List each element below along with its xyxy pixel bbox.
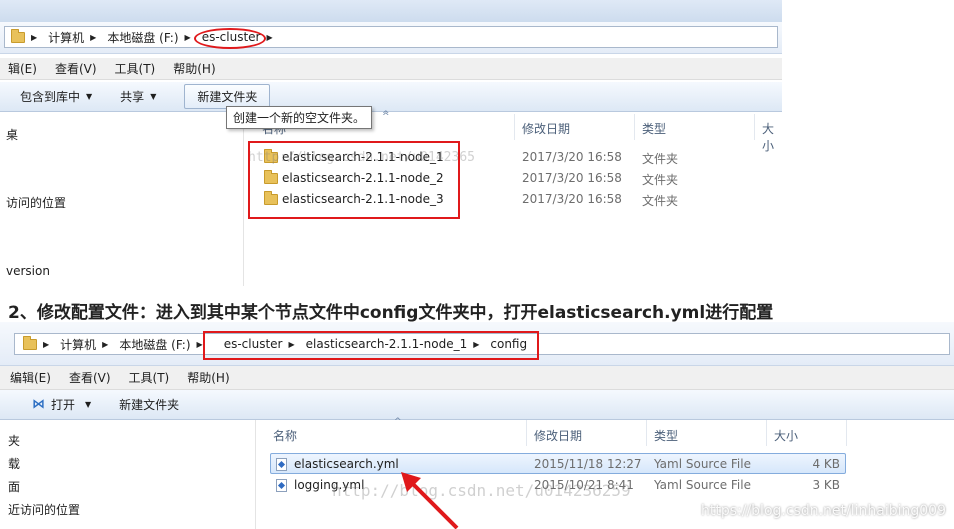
command-toolbar: 包含到库中 ▼ 共享 ▼ 新建文件夹 <box>0 82 782 112</box>
breadcrumb-label: 本地磁盘 (F:) <box>119 337 191 352</box>
column-divider <box>514 114 515 140</box>
menu-help[interactable]: 帮助(H) <box>173 60 215 77</box>
menu-tools[interactable]: 工具(T) <box>115 60 156 77</box>
menu-view[interactable]: 查看(V) <box>69 369 111 386</box>
folder-icon <box>11 28 25 43</box>
open-button[interactable]: ⋈ 打开 ▼ <box>32 396 91 413</box>
file-date: 2017/3/20 16:58 <box>522 192 622 206</box>
button-label: 打开 <box>51 398 76 412</box>
breadcrumb-separator: ▶ <box>43 339 50 349</box>
column-header-type[interactable]: 类型 <box>642 120 666 137</box>
column-divider <box>634 114 635 140</box>
arrow-shaft <box>407 478 459 529</box>
menu-view[interactable]: 查看(V) <box>55 60 97 77</box>
window-title-strip <box>0 0 782 22</box>
breadcrumb-label: 本地磁盘 (F:) <box>107 30 179 45</box>
column-header-date[interactable]: 修改日期 <box>534 427 582 444</box>
menu-edit[interactable]: 编辑(E) <box>10 369 51 386</box>
file-type: 文件夹 <box>642 194 679 208</box>
button-label: 共享 <box>120 90 145 104</box>
address-bar-area: ▶ 计算机 ▶ 本地磁盘 (F:) ▶ es-cluster ▶ <box>0 22 782 54</box>
watermark-bottom: http://blog.csdn.net/u014236259 <box>332 481 631 500</box>
menu-edit[interactable]: 辑(E) <box>8 60 37 77</box>
file-size: 4 KB <box>812 457 840 471</box>
breadcrumb-local-disk[interactable]: 本地磁盘 (F:) ▶ <box>107 29 197 46</box>
nav-item[interactable]: 近访问的位置 <box>8 501 80 518</box>
vscode-icon: ⋈ <box>32 397 45 412</box>
sort-up-icon-2: ^ <box>382 112 390 122</box>
top-explorer-window: ▶ 计算机 ▶ 本地磁盘 (F:) ▶ es-cluster ▶ 辑(E) 查看(V)… <box>0 0 782 286</box>
file-type: 文件夹 <box>642 152 679 166</box>
button-label: 新建文件夹 <box>197 90 258 104</box>
file-type: Yaml Source File <box>654 457 751 471</box>
annotation-arrow <box>401 472 459 529</box>
breadcrumb-label: 计算机 <box>48 30 85 45</box>
nav-item[interactable]: 载 <box>8 455 20 472</box>
file-date: 2017/3/20 16:58 <box>522 150 622 164</box>
button-label: 包含到库中 <box>20 90 81 104</box>
navigation-pane: 夹 载 面 近访问的位置 <box>0 420 256 529</box>
file-date: 2015/11/18 12:27 <box>534 457 642 471</box>
new-folder-tooltip: 创建一个新的空文件夹。 <box>226 106 373 129</box>
address-bar[interactable]: ▶ 计算机 ▶ 本地磁盘 (F:) ▶ es-cluster ▶ <box>4 26 778 48</box>
column-header-type[interactable]: 类型 <box>654 427 678 444</box>
annotation-box-nodes <box>248 141 460 219</box>
column-header-size[interactable]: 大小 <box>774 427 798 444</box>
file-type: Yaml Source File <box>654 478 751 492</box>
nav-item[interactable]: 夹 <box>8 432 20 449</box>
breadcrumb-computer[interactable]: 计算机 ▶ <box>60 336 115 353</box>
column-divider <box>646 420 647 446</box>
yaml-file-icon <box>276 479 287 492</box>
column-divider <box>754 114 755 140</box>
menu-tools[interactable]: 工具(T) <box>129 369 170 386</box>
file-row[interactable]: elasticsearch.yml 2015/11/18 12:27 Yaml … <box>272 455 844 473</box>
bottom-explorer-window: ▶ 计算机 ▶ 本地磁盘 (F:) ▶ es-cluster ▶ elasticsea… <box>0 322 954 529</box>
column-divider <box>526 420 527 446</box>
nav-item[interactable]: 面 <box>8 478 20 495</box>
yaml-file-icon <box>276 458 287 471</box>
breadcrumb-separator: ▶ <box>31 32 38 42</box>
breadcrumb-local-disk[interactable]: 本地磁盘 (F:) ▶ <box>119 336 209 353</box>
new-folder-button[interactable]: 新建文件夹 <box>119 396 179 413</box>
file-size: 3 KB <box>812 478 840 492</box>
menu-bar: 编辑(E) 查看(V) 工具(T) 帮助(H) <box>0 366 954 390</box>
annotation-box-path <box>203 331 539 360</box>
button-label: 新建文件夹 <box>119 398 180 412</box>
folder-icon <box>23 335 37 350</box>
nav-item[interactable]: 访问的位置 <box>6 194 66 211</box>
file-type: 文件夹 <box>642 173 679 187</box>
column-divider <box>846 420 847 446</box>
nav-item[interactable]: version <box>6 264 50 278</box>
menu-help[interactable]: 帮助(H) <box>187 369 229 386</box>
chevron-down-icon: ▼ <box>86 92 93 101</box>
chevron-down-icon: ▼ <box>85 400 92 409</box>
command-toolbar: ⋈ 打开 ▼ 新建文件夹 <box>0 390 954 420</box>
column-divider <box>766 420 767 446</box>
sort-up-icon: ^ <box>394 417 402 427</box>
column-header-size[interactable]: 大小 <box>762 120 782 154</box>
breadcrumb-label: 计算机 <box>60 337 97 352</box>
column-header-date[interactable]: 修改日期 <box>522 120 570 137</box>
watermark-corner: https://blog.csdn.net/linhaibing009 <box>700 503 946 519</box>
column-header-name[interactable]: 名称 <box>273 427 297 444</box>
file-date: 2017/3/20 16:58 <box>522 171 622 185</box>
menu-bar: 辑(E) 查看(V) 工具(T) 帮助(H) <box>0 58 782 80</box>
file-name: elasticsearch.yml <box>294 457 399 471</box>
breadcrumb-computer[interactable]: 计算机 ▶ <box>48 29 103 46</box>
chevron-down-icon: ▼ <box>150 92 157 101</box>
nav-item[interactable]: 桌 <box>6 126 18 143</box>
include-in-library-button[interactable]: 包含到库中 ▼ <box>20 88 92 105</box>
annotation-oval-es-cluster <box>194 28 266 49</box>
navigation-pane: 桌 访问的位置 version <box>0 112 244 286</box>
share-button[interactable]: 共享 ▼ <box>120 88 156 105</box>
instruction-heading: 2、修改配置文件：进入到其中某个节点文件中config文件夹中，打开elasti… <box>8 303 774 323</box>
